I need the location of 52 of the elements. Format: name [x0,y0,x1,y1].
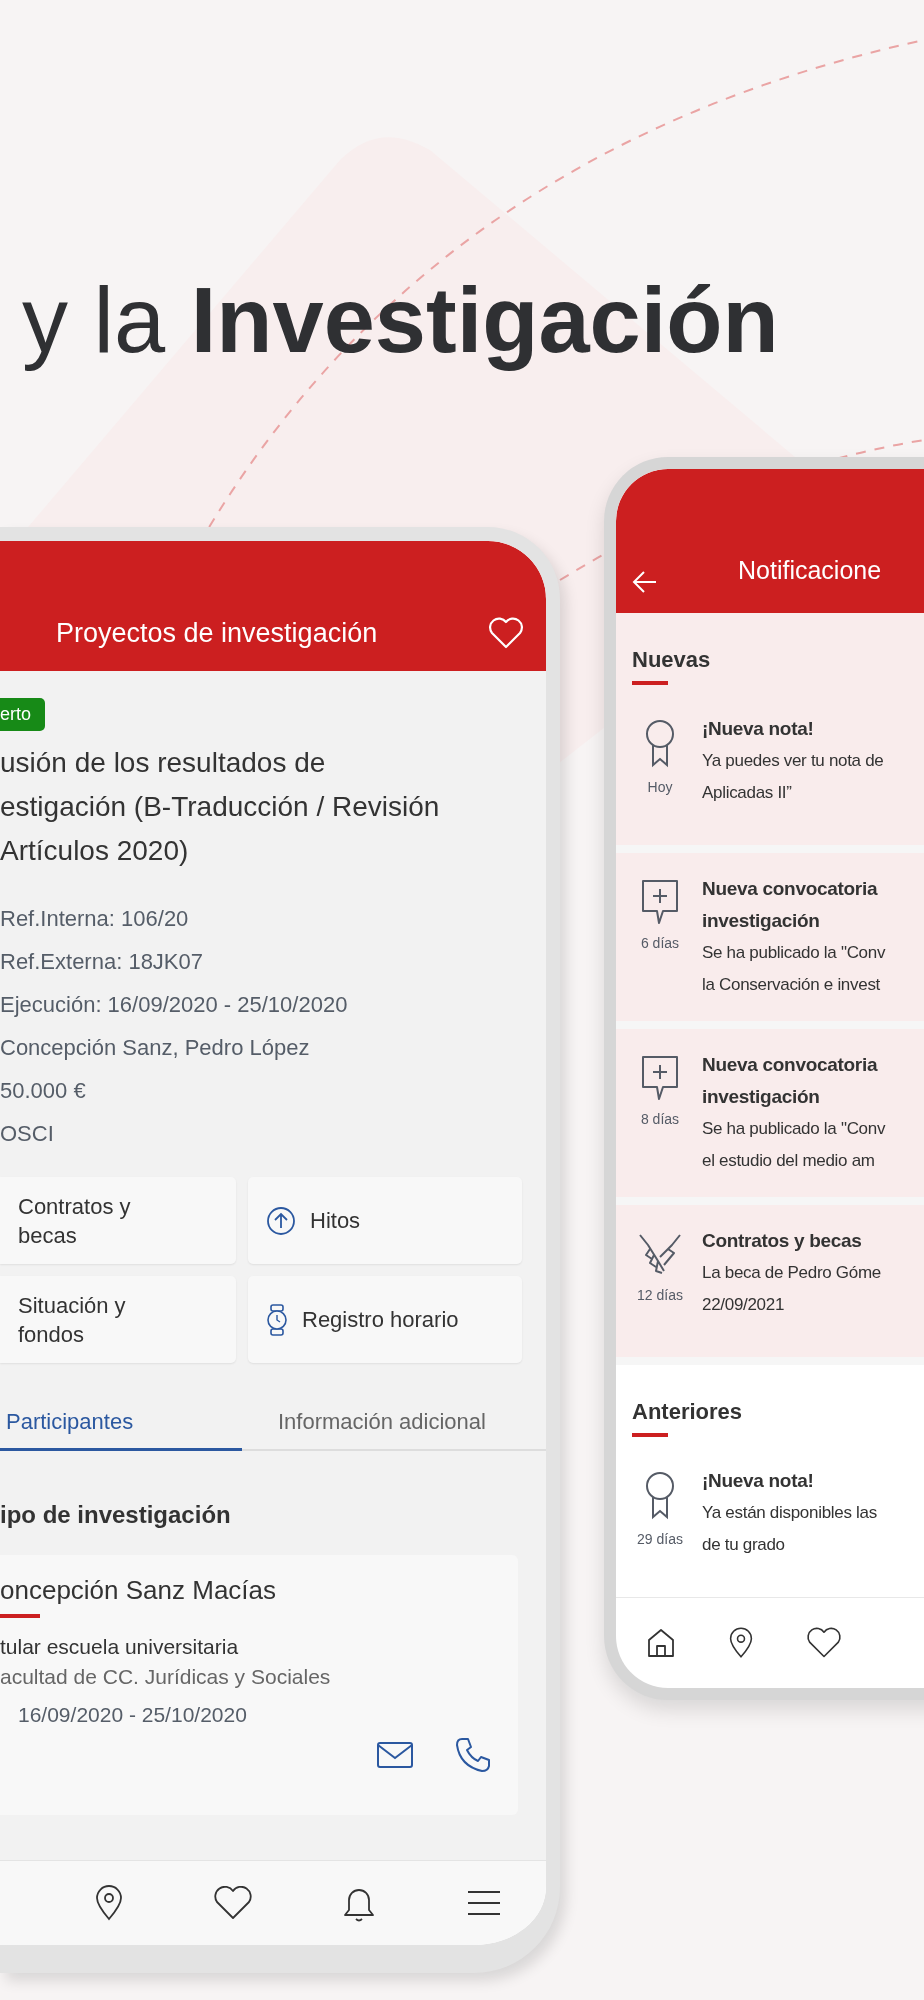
notification-text: La beca de Pedro Góme [702,1262,881,1285]
notification-text: Ya están disponibles las [702,1502,877,1525]
shortcut-button[interactable]: Situación y fondos [0,1276,236,1364]
screen-title: Proyectos de investigación [56,618,378,650]
notification-title: investigación [702,909,821,934]
participant-name: oncepción Sanz Macías [0,1575,278,1607]
detail-line: Ref.Interna: 106/20 [0,905,190,934]
notification-title: ¡Nueva nota! [702,717,815,742]
tab[interactable]: Información adicional [242,1395,484,1452]
notification-title: investigación [702,1085,821,1110]
shortcut-button[interactable]: Registro horario [248,1276,522,1364]
notification-age: 6 días [640,935,680,952]
detail-line: Ref.Externa: 18JK07 [0,948,204,977]
notification-title: ¡Nueva nota! [702,1469,815,1494]
notification-age: 12 días [637,1287,683,1304]
headline: y la Investigación [21,268,780,372]
project-title-line: Artículos 2020) [0,834,190,869]
notification-age: 29 días [637,1531,683,1548]
notification-text: Se ha publicado la "Conv [702,942,886,965]
notification-title: Nueva convocatoria [702,877,879,902]
notification-title: Nueva convocatoria [702,1053,879,1078]
section-title: ipo de investigación [0,1501,232,1530]
screen-title: Notificacione [738,556,882,586]
shortcut-button[interactable]: Contratos y becas [0,1177,236,1265]
notification-text: Aplicadas II” [702,782,793,805]
participant-role: tular escuela universitaria [0,1634,240,1661]
notification-text: la Conservación e invest [702,974,881,997]
notification-text: 22/09/2021 [702,1294,786,1317]
notification-text: de tu grado [702,1534,786,1557]
status-badge: erto [0,698,46,732]
participant-faculty: acultad de CC. Jurídicas y Sociales [0,1664,332,1691]
tab[interactable]: Participantes [0,1395,242,1452]
participant-dates: 16/09/2020 - 25/10/2020 [17,1702,248,1729]
shortcut-button[interactable]: Hitos [248,1177,522,1265]
notification-text: Ya puedes ver tu nota de [702,750,884,773]
detail-line: Concepción Sanz, Pedro López [0,1034,311,1063]
notification-age: 8 días [640,1111,680,1128]
notification-age: Hoy [647,779,673,796]
notification-item[interactable]: Hoy ¡Nueva nota! Ya puedes ver tu nota de Aplicadas II” [616,693,924,854]
project-title-line: estigación (B-Traducción / Revisión [0,790,441,825]
notification-text: Se ha publicado la "Conv [702,1118,886,1141]
detail-line: Ejecución: 16/09/2020 - 25/10/2020 [0,991,349,1020]
notification-text: el estudio del medio am [702,1150,876,1173]
notification-title: Contratos y becas [702,1229,863,1254]
detail-line: 50.000 € [0,1077,87,1106]
notification-item[interactable]: 8 días Nueva convocatoria investigación Se ha publicado la "Conv el estudio del medio am [616,1029,924,1206]
notification-item[interactable]: 29 días ¡Nueva nota! Ya están disponibles las de tu grado [616,1445,924,1598]
section-title: Nuevas [631,647,712,674]
detail-line: OSCI [0,1120,55,1149]
project-title-line: usión de los resultados de [0,746,327,781]
section-title: Anteriores [631,1399,744,1426]
notification-item[interactable]: 6 días Nueva convocatoria investigación Se ha publicado la "Conv la Conservación e invest [616,853,924,1030]
